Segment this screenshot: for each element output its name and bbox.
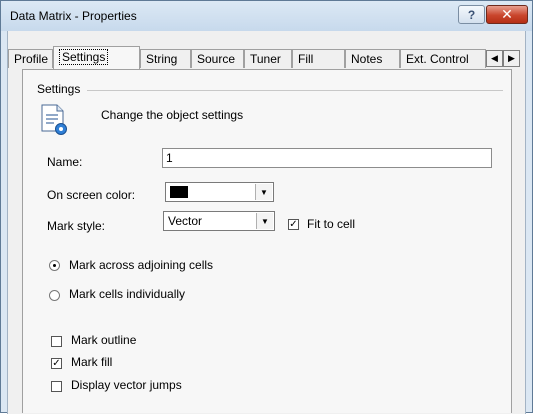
chevron-down-icon: ▼ bbox=[256, 213, 273, 229]
tab-ext-control[interactable]: Ext. Control bbox=[400, 49, 486, 68]
fit-to-cell-checkbox[interactable]: ✓ bbox=[288, 219, 299, 230]
tab-strip: Profile Settings String Source Tuner Fil… bbox=[8, 46, 520, 70]
mark-fill-label: Mark fill bbox=[71, 355, 113, 369]
mark-outline-label: Mark outline bbox=[71, 333, 137, 347]
display-vector-jumps-checkbox[interactable] bbox=[51, 381, 62, 392]
color-swatch bbox=[170, 186, 188, 198]
close-button[interactable]: ✕ bbox=[486, 5, 528, 24]
arrow-left-icon: ◀ bbox=[491, 53, 498, 63]
tab-source[interactable]: Source bbox=[191, 49, 244, 68]
mark-across-radio[interactable] bbox=[49, 260, 60, 271]
on-screen-color-label: On screen color: bbox=[47, 188, 136, 202]
mark-across-label: Mark across adjoining cells bbox=[69, 258, 214, 272]
settings-description: Change the object settings bbox=[101, 108, 244, 122]
settings-document-icon bbox=[41, 104, 67, 135]
close-icon: ✕ bbox=[501, 6, 513, 22]
mark-individually-radio[interactable] bbox=[49, 290, 60, 301]
chevron-down-icon: ▼ bbox=[255, 184, 272, 200]
tab-notes[interactable]: Notes bbox=[345, 49, 400, 68]
help-icon: ? bbox=[467, 7, 476, 22]
tab-scroll-left-button[interactable]: ◀ bbox=[486, 50, 503, 67]
on-screen-color-select[interactable]: ▼ bbox=[165, 182, 274, 202]
tab-profile[interactable]: Profile bbox=[8, 49, 53, 68]
mark-style-select[interactable]: Vector ▼ bbox=[163, 211, 275, 231]
window-title: Data Matrix - Properties bbox=[10, 9, 137, 23]
tab-settings[interactable]: Settings bbox=[53, 46, 140, 69]
checkmark-icon: ✓ bbox=[289, 219, 298, 230]
mark-individually-label: Mark cells individually bbox=[69, 287, 186, 301]
mark-outline-checkbox[interactable] bbox=[51, 336, 62, 347]
fit-to-cell-label: Fit to cell bbox=[307, 217, 356, 231]
help-button[interactable]: ? bbox=[458, 5, 485, 24]
display-vector-jumps-label: Display vector jumps bbox=[71, 378, 182, 392]
tab-tuner[interactable]: Tuner bbox=[244, 49, 292, 68]
group-divider bbox=[87, 90, 503, 91]
arrow-right-icon: ▶ bbox=[508, 53, 515, 63]
tab-scroll-right-button[interactable]: ▶ bbox=[503, 50, 520, 67]
mark-fill-checkbox[interactable]: ✓ bbox=[51, 358, 62, 369]
tab-string[interactable]: String bbox=[140, 49, 191, 68]
name-label: Name: bbox=[47, 155, 83, 169]
name-field[interactable]: 1 bbox=[162, 148, 492, 168]
mark-style-label: Mark style: bbox=[47, 219, 106, 233]
checkmark-icon: ✓ bbox=[52, 358, 61, 369]
title-bar[interactable]: Data Matrix - Properties ? ✕ bbox=[1, 1, 532, 31]
tab-fill[interactable]: Fill bbox=[292, 49, 345, 68]
group-label: Settings bbox=[37, 82, 81, 96]
